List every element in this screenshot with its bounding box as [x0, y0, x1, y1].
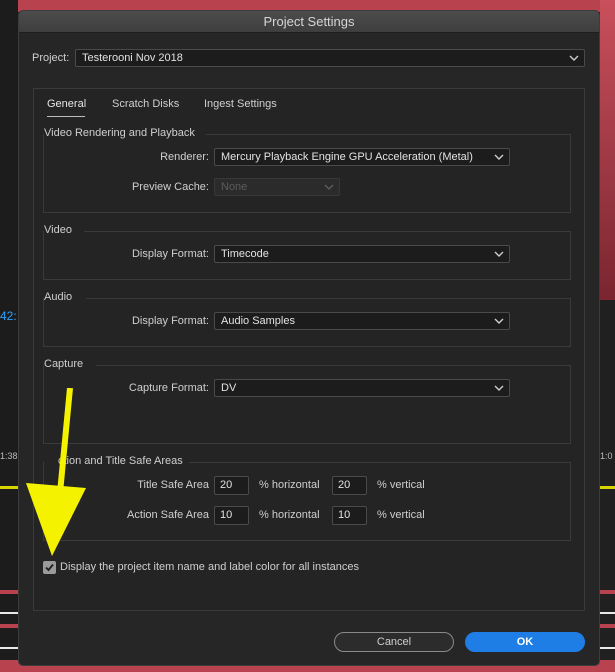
preview-cache-select: None [214, 178, 340, 196]
title-safe-vertical-unit: % vertical [377, 479, 425, 491]
background-ruler-time-left: 1:38 [0, 451, 18, 461]
background-left-panel [0, 0, 18, 672]
capture-group-title: Capture [44, 358, 84, 370]
video-display-format-value: Timecode [221, 248, 269, 260]
audio-display-format-select[interactable]: Audio Samples [214, 312, 510, 330]
background-work-area-bar [0, 486, 18, 489]
project-label: Project: [32, 52, 70, 64]
title-safe-horizontal-unit: % horizontal [259, 479, 320, 491]
capture-group: Capture Capture Format: DV [43, 358, 571, 444]
video-rendering-group: Video Rendering and Playback Renderer: M… [43, 127, 571, 213]
action-safe-vertical-input[interactable]: 10 [332, 506, 367, 525]
project-select[interactable]: Testerooni Nov 2018 [75, 49, 585, 67]
audio-group-title: Audio [44, 291, 73, 303]
action-safe-horizontal-input[interactable]: 10 [214, 506, 249, 525]
renderer-label: Renderer: [160, 151, 209, 163]
chevron-down-icon [494, 385, 504, 391]
ok-button[interactable]: OK [465, 632, 585, 652]
tab-ingest-settings[interactable]: Ingest Settings [204, 98, 277, 110]
cancel-button[interactable]: Cancel [334, 632, 454, 652]
preview-cache-select-value: None [221, 181, 248, 193]
renderer-select[interactable]: Mercury Playback Engine GPU Acceleration… [214, 148, 510, 166]
active-tab-underline [47, 116, 85, 117]
dialog-title: Project Settings [19, 11, 599, 33]
video-group: Video Display Format: Timecode [43, 224, 571, 280]
chevron-down-icon [494, 251, 504, 257]
title-safe-vertical-input[interactable]: 20 [332, 476, 367, 495]
tab-scratch-disks[interactable]: Scratch Disks [112, 98, 179, 110]
action-safe-vertical-unit: % vertical [377, 509, 425, 521]
audio-display-format-label: Display Format: [131, 315, 209, 327]
background-program-monitor [600, 0, 615, 300]
audio-display-format-value: Audio Samples [221, 315, 295, 327]
project-select-value: Testerooni Nov 2018 [82, 52, 183, 64]
renderer-select-value: Mercury Playback Engine GPU Acceleration… [221, 151, 473, 163]
video-rendering-title: Video Rendering and Playback [44, 127, 195, 139]
video-display-format-label: Display Format: [131, 248, 209, 260]
title-safe-horizontal-input[interactable]: 20 [214, 476, 249, 495]
annotation-arrow-icon [26, 388, 86, 556]
chevron-down-icon [494, 154, 504, 160]
tab-general[interactable]: General [47, 98, 86, 110]
video-group-title: Video [44, 224, 72, 236]
preview-cache-label: Preview Cache: [131, 181, 209, 193]
safe-areas-group: ction and Title Safe Areas Title Safe Ar… [43, 455, 571, 541]
capture-format-select[interactable]: DV [214, 379, 510, 397]
chevron-down-icon [494, 318, 504, 324]
chevron-down-icon [569, 55, 579, 61]
chevron-down-icon [324, 184, 334, 190]
background-timecode: 42: [0, 309, 17, 323]
capture-format-value: DV [221, 382, 237, 394]
audio-group: Audio Display Format: Audio Samples [43, 291, 571, 347]
action-safe-horizontal-unit: % horizontal [259, 509, 320, 521]
video-display-format-select[interactable]: Timecode [214, 245, 510, 263]
background-work-area-bar [600, 486, 615, 489]
background-ruler-time-right: 1:0 [600, 451, 613, 461]
